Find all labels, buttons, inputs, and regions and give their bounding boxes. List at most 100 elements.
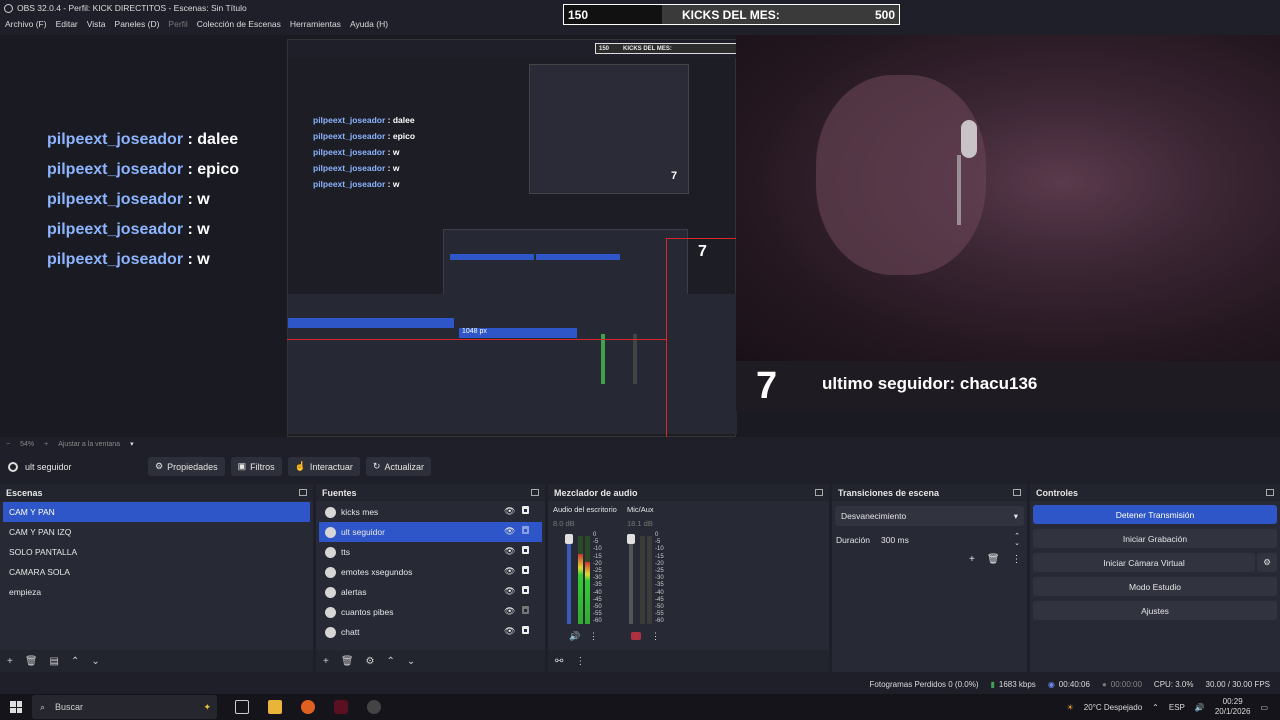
scene-item[interactable]: CAMARA SOLA: [3, 562, 310, 582]
obs-taskbar-icon[interactable]: [367, 700, 381, 714]
taskbar-search[interactable]: ⌕ Buscar ✦: [32, 695, 217, 719]
app-icon[interactable]: [334, 700, 348, 714]
source-item[interactable]: ult seguidor 👁: [319, 522, 542, 542]
chat-line: pilpeext_joseador : w: [47, 251, 210, 268]
visibility-icon[interactable]: 👁: [504, 626, 515, 637]
visibility-icon[interactable]: 👁: [504, 526, 515, 537]
record-icon: ●: [1101, 679, 1107, 689]
settings-button[interactable]: Ajustes: [1033, 601, 1277, 620]
volume-icon[interactable]: 🔊: [1195, 703, 1205, 712]
source-item[interactable]: alertas 👁: [319, 582, 542, 602]
more-icon[interactable]: ⋮: [575, 656, 585, 667]
chevron-down-icon[interactable]: ▾: [130, 440, 134, 448]
menu-paneles[interactable]: Paneles (D): [115, 19, 160, 29]
windows-start-icon[interactable]: [10, 701, 22, 713]
start-virtual-camera-button[interactable]: Iniciar Cámara Virtual: [1033, 553, 1255, 572]
start-recording-button[interactable]: Iniciar Grabación: [1033, 529, 1277, 548]
move-up-icon[interactable]: ⌃: [71, 656, 79, 667]
gear-icon[interactable]: ⚙: [1257, 553, 1277, 572]
visibility-icon[interactable]: 👁: [504, 606, 515, 617]
menu-vista[interactable]: Vista: [87, 19, 106, 29]
browser-icon[interactable]: [301, 700, 315, 714]
lock-icon[interactable]: [522, 546, 529, 554]
source-item[interactable]: kicks mes 👁: [319, 502, 542, 522]
move-down-icon[interactable]: ⌄: [407, 656, 415, 667]
zoom-fit-select[interactable]: Ajustar a la ventana: [58, 441, 120, 448]
system-tray: ☀ 20°C Despejado ⌃ ESP 🔊 00:29 20/1/2026 …: [1067, 694, 1280, 720]
more-icon[interactable]: ⋮: [651, 631, 660, 642]
gear-icon[interactable]: ⚙: [366, 656, 375, 667]
duration-label: Duración: [836, 535, 871, 545]
selection-guide: [287, 339, 667, 340]
menu-coleccion-escenas[interactable]: Colección de Escenas: [197, 19, 281, 29]
lock-icon[interactable]: [522, 526, 529, 534]
undock-icon[interactable]: [1013, 489, 1021, 496]
add-icon[interactable]: +: [323, 656, 329, 667]
link-icon[interactable]: ⚯: [555, 656, 563, 667]
studio-mode-button[interactable]: Modo Estudio: [1033, 577, 1277, 596]
visibility-icon[interactable]: 👁: [504, 506, 515, 517]
task-view-icon[interactable]: [235, 700, 249, 714]
scene-item[interactable]: CAM Y PAN: [3, 502, 310, 522]
source-item[interactable]: emotes xsegundos 👁: [319, 562, 542, 582]
weather[interactable]: 20°C Despejado: [1084, 703, 1142, 712]
menu-editar[interactable]: Editar: [56, 19, 78, 29]
scene-item[interactable]: SOLO PANTALLA: [3, 542, 310, 562]
lock-icon[interactable]: [522, 626, 529, 634]
trash-icon[interactable]: 🗑: [341, 656, 354, 667]
scene-item[interactable]: CAM Y PAN IZQ: [3, 522, 310, 542]
notification-icon[interactable]: ▭: [1260, 703, 1268, 712]
file-explorer-icon[interactable]: [268, 700, 282, 714]
source-item[interactable]: chatt 👁: [319, 622, 542, 642]
add-icon[interactable]: +: [969, 554, 975, 565]
interact-button[interactable]: ☝ Interactuar: [287, 457, 360, 476]
volume-slider[interactable]: [567, 536, 571, 624]
zoom-in-icon[interactable]: +: [44, 441, 48, 448]
kicks-count: 150: [564, 5, 662, 24]
volume-handle[interactable]: [627, 534, 635, 544]
menu-ayuda[interactable]: Ayuda (H): [350, 19, 388, 29]
refresh-button[interactable]: ↻ Actualizar: [365, 457, 431, 476]
volume-handle[interactable]: [565, 534, 573, 544]
speaker-icon[interactable]: 🔊: [569, 631, 580, 642]
undock-icon[interactable]: [1266, 489, 1274, 496]
stepper-icon[interactable]: ⌃ ⌄: [1014, 533, 1020, 547]
source-item[interactable]: tts 👁: [319, 542, 542, 562]
transition-select[interactable]: Desvanecimiento ▾: [835, 506, 1024, 526]
move-up-icon[interactable]: ⌃: [387, 656, 395, 667]
stop-streaming-button[interactable]: Detener Transmisión: [1033, 505, 1277, 524]
zoom-out-icon[interactable]: −: [6, 441, 10, 448]
scene-item[interactable]: empieza: [3, 582, 310, 602]
trash-icon[interactable]: 🗑: [987, 554, 1000, 565]
source-item[interactable]: cuantos pibes 👁: [319, 602, 542, 622]
visibility-icon[interactable]: 👁: [504, 566, 515, 577]
visibility-icon[interactable]: 👁: [504, 586, 515, 597]
add-icon[interactable]: +: [7, 656, 13, 667]
filter-icon[interactable]: ▤: [50, 656, 59, 667]
menu-herramientas[interactable]: Herramientas: [290, 19, 341, 29]
lock-icon[interactable]: [522, 606, 529, 614]
undock-icon[interactable]: [531, 489, 539, 496]
lock-icon[interactable]: [522, 506, 529, 514]
volume-slider[interactable]: [629, 536, 633, 624]
move-down-icon[interactable]: ⌄: [91, 656, 99, 667]
preview-canvas[interactable]: pilpeext_joseador : dalee pilpeext_josea…: [0, 35, 1280, 437]
lock-icon[interactable]: [522, 566, 529, 574]
more-icon[interactable]: ⋮: [589, 631, 598, 642]
tray-chevron-icon[interactable]: ⌃: [1152, 703, 1159, 712]
visibility-icon[interactable]: 👁: [504, 546, 515, 557]
undock-icon[interactable]: [299, 489, 307, 496]
properties-button[interactable]: ⚙ Propiedades: [148, 457, 225, 476]
muted-speaker-icon[interactable]: [631, 632, 641, 640]
duration-field[interactable]: 300 ms ⌃ ⌄: [877, 530, 1024, 550]
lock-icon[interactable]: [522, 586, 529, 594]
menu-perfil[interactable]: Perfil: [168, 19, 187, 29]
undock-icon[interactable]: [815, 489, 823, 496]
filters-button[interactable]: ▣ Filtros: [230, 457, 282, 476]
menu-archivo[interactable]: Archivo (F): [5, 19, 47, 29]
trash-icon[interactable]: 🗑: [25, 656, 38, 667]
more-icon[interactable]: ⋮: [1012, 554, 1022, 565]
channel-volume: 8.0 dB: [553, 519, 575, 528]
clock[interactable]: 00:29 20/1/2026: [1215, 697, 1251, 717]
lang[interactable]: ESP: [1169, 703, 1185, 712]
